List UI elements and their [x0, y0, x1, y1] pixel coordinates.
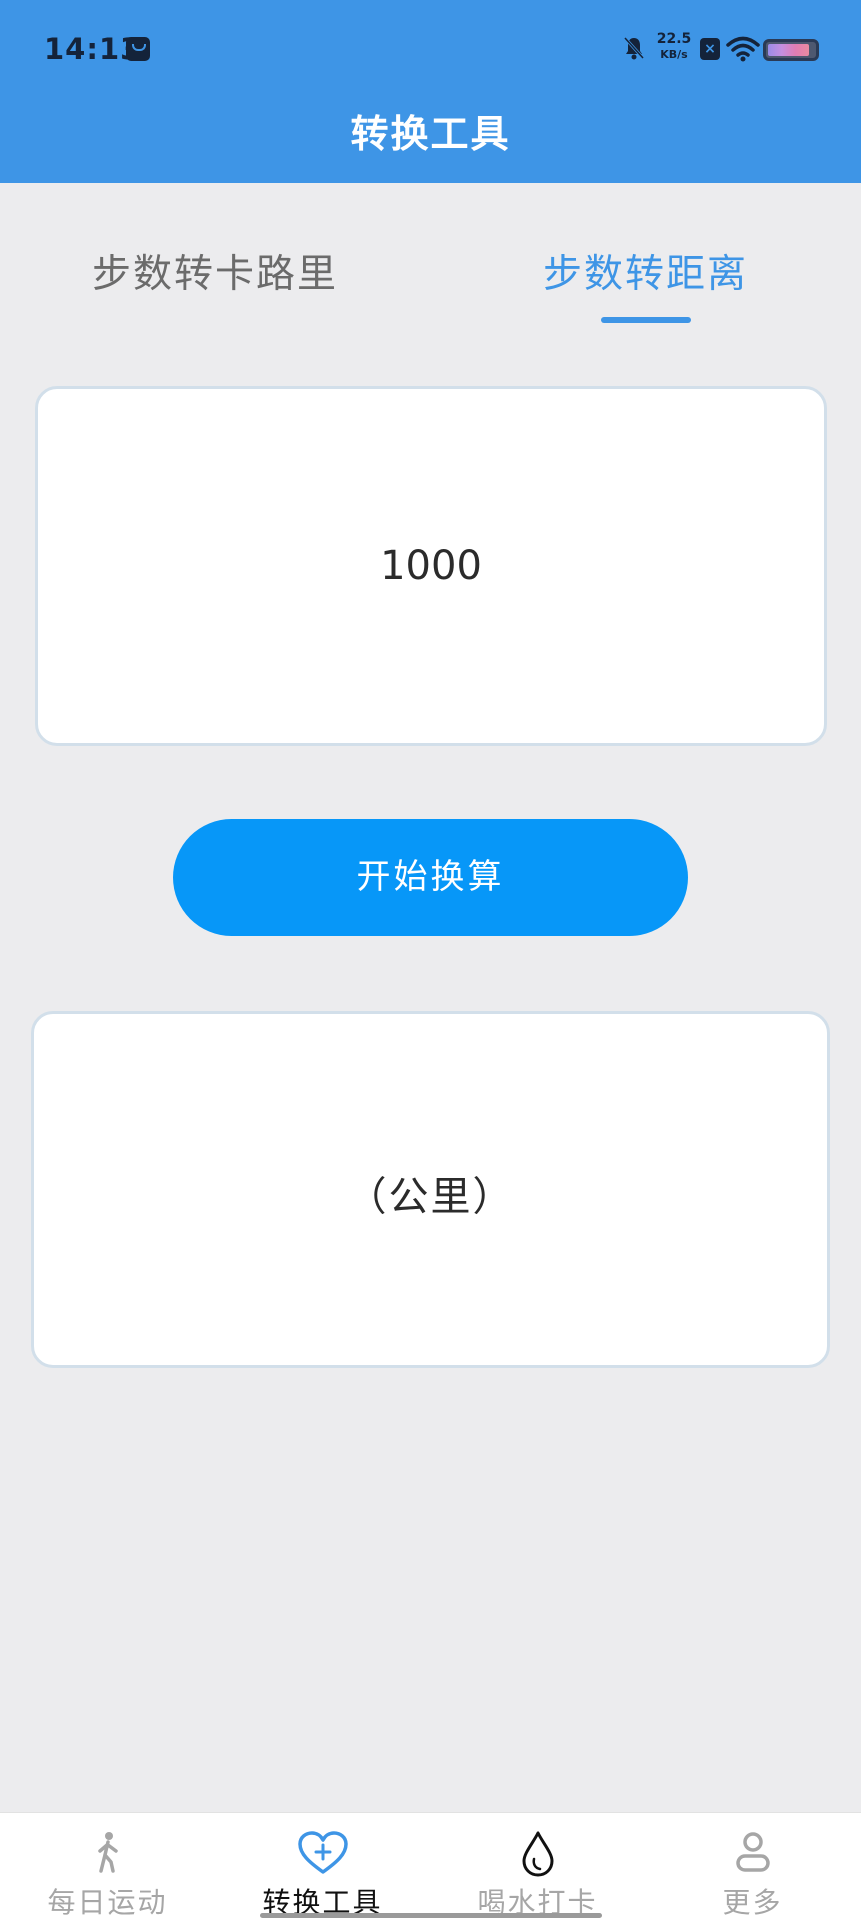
- network-speed-unit: KB/s: [660, 48, 688, 61]
- app-bar: 14:13 22.5 KB/s × 转换工具: [0, 0, 861, 183]
- active-tab-indicator: [601, 317, 691, 323]
- result-card: （公里）: [31, 1011, 830, 1368]
- home-indicator[interactable]: [260, 1913, 602, 1918]
- tab-bar: 步数转卡路里 步数转距离: [0, 183, 861, 343]
- battery-icon: [763, 39, 819, 61]
- tab-steps-to-distance[interactable]: 步数转距离: [543, 243, 748, 299]
- network-speed: 22.5 KB/s: [654, 32, 694, 62]
- bottom-navigation: 每日运动 转换工具 喝水打卡 更多: [0, 1812, 861, 1920]
- heart-plus-icon: [297, 1831, 348, 1874]
- no-sim-icon: ×: [700, 38, 720, 60]
- nav-item-daily-exercise[interactable]: 每日运动: [0, 1813, 215, 1920]
- bell-off-icon: [623, 36, 645, 60]
- nav-item-more[interactable]: 更多: [645, 1813, 860, 1920]
- message-notification-icon: [126, 37, 150, 61]
- person-icon: [735, 1832, 770, 1872]
- nav-item-water-checkin[interactable]: 喝水打卡: [430, 1813, 645, 1920]
- steps-input-card: [35, 386, 827, 746]
- tab-steps-to-calories[interactable]: 步数转卡路里: [92, 243, 338, 299]
- convert-button[interactable]: 开始换算: [173, 819, 688, 936]
- wifi-icon: [726, 36, 760, 62]
- status-bar: 14:13 22.5 KB/s ×: [0, 0, 861, 100]
- page-title: 转换工具: [350, 112, 511, 156]
- walking-person-icon: [97, 1832, 118, 1873]
- steps-input[interactable]: [38, 389, 824, 743]
- network-speed-value: 22.5: [656, 31, 692, 47]
- result-text: （公里）: [346, 1174, 515, 1220]
- nav-label-more: 更多: [722, 1886, 783, 1919]
- battery-level: [768, 44, 809, 56]
- nav-label-daily-exercise: 每日运动: [47, 1886, 168, 1919]
- nav-item-conversion-tool[interactable]: 转换工具: [215, 1813, 430, 1920]
- water-drop-icon: [522, 1831, 553, 1877]
